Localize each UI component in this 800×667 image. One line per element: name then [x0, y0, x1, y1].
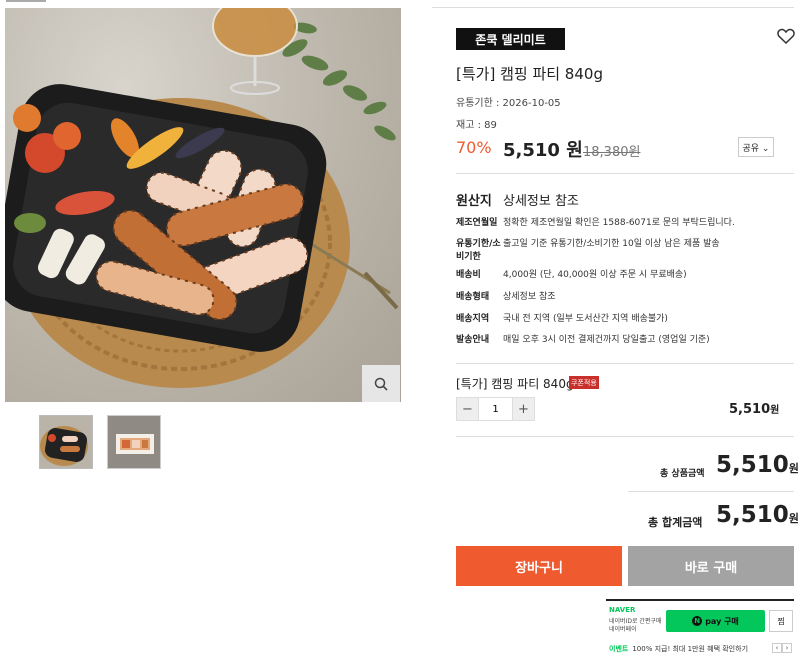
origin-value: 상세정보 참조 — [503, 194, 579, 209]
grand-total-label: 총 합계금액 — [648, 516, 703, 529]
event-prev-button[interactable]: ‹ — [772, 643, 782, 653]
naver-pay-button[interactable]: N pay 구매 — [666, 610, 765, 632]
top-fragment — [6, 0, 46, 2]
share-button[interactable]: 공유 ⌄ — [738, 137, 774, 157]
option-name: [특가] 캠핑 파티 840g — [456, 377, 574, 391]
product-title: [특가] 캠핑 파티 840g — [456, 65, 603, 83]
favorite-button[interactable] — [777, 28, 795, 45]
stock-info: 재고 : 89 — [456, 116, 497, 131]
expiry-info: 유통기한 : 2026-10-05 — [456, 94, 561, 109]
info-label: 배송형태 — [456, 292, 490, 302]
thumbnail-1[interactable] — [39, 415, 93, 469]
grand-total-amount: 5,510 — [716, 502, 789, 528]
info-label: 발송안내 — [456, 335, 490, 345]
discount-rate: 70% — [456, 138, 492, 157]
option-price-value: 5,510 — [729, 402, 771, 417]
info-value: 출고일 기준 유통기한/소비기한 10일 이상 남은 제품 발송 — [503, 239, 720, 249]
option-price-unit: 원 — [770, 405, 780, 416]
info-value: 정확한 제조연월일 확인은 1588-6071로 문의 부탁드립니다. — [503, 218, 735, 228]
naver-wishlist-button[interactable]: 찜 — [769, 610, 793, 632]
total-product-label: 총 상품금액 — [660, 469, 705, 479]
info-value: 4,000원 (단, 40,000원 이상 주문 시 무료배송) — [503, 270, 687, 280]
brand-badge[interactable]: 존쿡 델리미트 — [456, 28, 565, 50]
quantity-decrease-button[interactable]: − — [456, 397, 479, 421]
info-value: 매일 오후 3시 이전 결제건까지 당일출고 (영업일 기준) — [503, 335, 710, 345]
quantity-increase-button[interactable]: + — [512, 397, 535, 421]
expiry-value: 2026-10-05 — [502, 98, 561, 109]
zoom-button[interactable] — [362, 365, 400, 402]
product-main-image — [5, 8, 401, 402]
naver-logo: NAVER — [609, 606, 636, 614]
info-label: 제조연월일 — [456, 218, 498, 228]
grand-total-value: 5,510원 — [716, 502, 799, 528]
top-divider — [432, 7, 794, 8]
event-next-button[interactable]: › — [782, 643, 792, 653]
buy-now-button[interactable]: 바로 구매 — [628, 546, 794, 586]
stock-label: 재고 : — [456, 120, 485, 131]
info-value: 국내 전 지역 (일부 도서산간 지역 배송불가) — [503, 314, 668, 324]
expiry-label: 유통기한 : — [456, 98, 503, 109]
divider — [456, 173, 794, 174]
total-product-value: 5,510원 — [716, 452, 799, 478]
info-label: 배송비 — [456, 270, 481, 280]
total-product-amount: 5,510 — [716, 452, 789, 478]
add-to-cart-button[interactable]: 장바구니 — [456, 546, 622, 586]
naver-event[interactable]: 이벤트 100% 지급! 최대 1만원 혜택 확인하기 — [609, 644, 748, 654]
event-text: 100% 지급! 최대 1만원 혜택 확인하기 — [632, 645, 749, 653]
quantity-input[interactable] — [479, 397, 512, 421]
search-icon — [374, 377, 388, 391]
stock-value: 89 — [484, 120, 497, 131]
naver-pay-icon: N — [692, 616, 703, 626]
divider — [456, 363, 794, 364]
info-label: 배송지역 — [456, 314, 490, 324]
sale-price: 5,510 원 — [503, 140, 583, 161]
divider — [628, 491, 794, 492]
thumbnail-2[interactable] — [107, 415, 161, 469]
origin-label: 원산지 — [456, 194, 492, 209]
option-price: 5,510원 — [729, 401, 779, 417]
info-label: 유통기한/소비기한 — [456, 239, 501, 262]
total-product-unit: 원 — [788, 462, 799, 475]
event-label: 이벤트 — [609, 645, 629, 653]
info-value: 상세정보 참조 — [503, 292, 556, 302]
naver-pay-text: 네이버페이 — [609, 626, 637, 633]
divider — [456, 436, 794, 437]
naver-pay-label: pay 구매 — [705, 616, 739, 626]
heart-icon — [777, 28, 795, 45]
coupon-badge: 쿠폰적용 — [569, 376, 599, 389]
original-price: 18,380원 — [583, 145, 641, 160]
grand-total-unit: 원 — [788, 512, 799, 525]
